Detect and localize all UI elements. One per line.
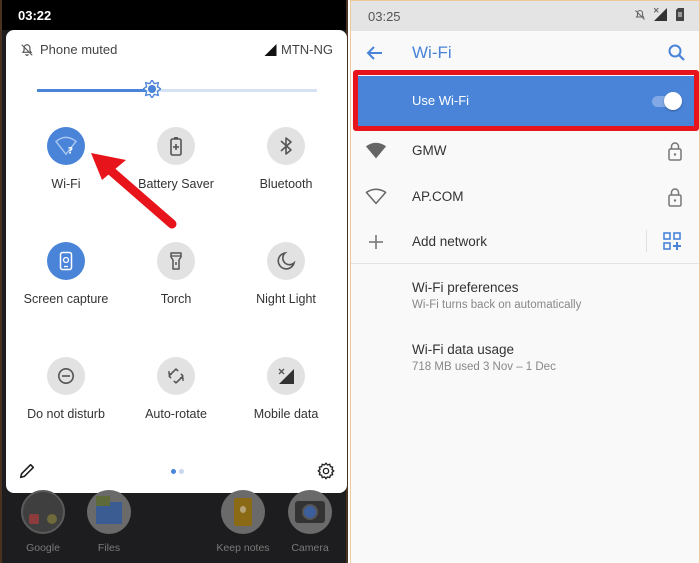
bell-off-icon (21, 43, 33, 56)
pref-title: Wi-Fi data usage (412, 342, 515, 357)
network-name: AP.COM (412, 189, 464, 204)
tile-torch[interactable]: Torch (121, 242, 231, 306)
tile-do-not-disturb-toggle[interactable] (47, 357, 85, 395)
keep-notes-icon (221, 490, 265, 534)
battery-saver-icon (170, 137, 182, 156)
ringer-status[interactable]: Phone muted (20, 42, 117, 57)
tile-screen-capture[interactable]: Screen capture (11, 242, 121, 306)
lock-icon (668, 142, 682, 161)
bell-off-icon (635, 9, 645, 20)
network-name: GMW (412, 143, 447, 158)
page-title: Wi-Fi (412, 43, 452, 62)
torch-icon (170, 252, 182, 270)
wifi-settings-screen: 03:25 Wi-Fi Use Wi-Fi GMW AP.COM Add net… (350, 0, 700, 563)
vertical-divider (646, 230, 647, 252)
brightness-fill (37, 89, 152, 92)
camera-icon (288, 490, 332, 534)
signal-icon (264, 43, 277, 56)
pref-subtitle: Wi-Fi turns back on automatically (412, 299, 582, 311)
lock-icon (668, 188, 682, 207)
status-bar: 03:25 (351, 1, 699, 31)
tile-bluetooth-label: Bluetooth (259, 177, 313, 191)
pencil-icon[interactable] (18, 462, 36, 480)
app-google[interactable]: Google (8, 490, 78, 554)
search-icon[interactable] (667, 43, 687, 63)
carrier-name: MTN-NG (281, 42, 333, 57)
app-bar: Wi-Fi (351, 31, 699, 75)
night-light-icon (277, 251, 296, 270)
tile-screen-capture-label: Screen capture (23, 292, 109, 306)
status-time: 03:25 (368, 9, 401, 24)
app-label: Google (26, 542, 60, 554)
tile-auto-rotate[interactable]: Auto-rotate (121, 357, 231, 421)
plus-icon (369, 235, 383, 249)
tile-wifi[interactable]: ? Wi-Fi (11, 127, 121, 191)
tile-auto-rotate-label: Auto-rotate (145, 407, 207, 421)
status-bar: 03:22 (2, 0, 346, 30)
do-not-disturb-icon (57, 367, 75, 385)
mobile-data-icon (278, 368, 294, 384)
carrier-status: MTN-NG (264, 42, 333, 57)
tile-torch-label: Torch (160, 292, 192, 306)
ringer-status-text: Phone muted (40, 42, 118, 57)
brightness-thumb-icon[interactable] (142, 80, 161, 98)
tile-night-light-toggle[interactable] (267, 242, 305, 280)
status-time: 03:22 (18, 8, 52, 23)
app-label: Files (97, 542, 121, 554)
auto-rotate-icon (168, 368, 184, 384)
arrow-back-icon[interactable] (365, 43, 385, 63)
page-indicator (171, 469, 184, 474)
gear-icon[interactable] (317, 462, 335, 480)
wifi-full-icon (365, 142, 387, 159)
quick-settings-panel: Phone muted MTN-NG ? Wi-Fi Battery Saver… (6, 30, 347, 493)
no-signal-icon (654, 8, 667, 21)
page-dot (179, 469, 184, 474)
tile-bluetooth[interactable]: Bluetooth (231, 127, 341, 191)
svg-text:?: ? (68, 146, 73, 156)
qr-code-scan-icon[interactable] (663, 232, 681, 250)
network-item-ap-com[interactable]: AP.COM (351, 175, 699, 219)
wifi-unknown-icon: ? (55, 136, 77, 156)
tile-battery-saver-toggle[interactable] (157, 127, 195, 165)
tile-mobile-data[interactable]: Mobile data (231, 357, 341, 421)
tile-do-not-disturb-label: Do not disturb (27, 407, 105, 421)
app-files[interactable]: Files (74, 490, 144, 554)
tile-wifi-toggle[interactable]: ? (47, 127, 85, 165)
app-camera[interactable]: Camera (275, 490, 345, 554)
status-icons (634, 8, 685, 21)
page-dot-active (171, 469, 176, 474)
tile-night-light-label: Night Light (256, 292, 316, 306)
add-network-row[interactable]: Add network (351, 220, 699, 264)
add-network-label: Add network (412, 234, 488, 249)
pref-title: Wi-Fi preferences (412, 280, 519, 295)
highlight-box (353, 70, 699, 131)
tile-screen-capture-toggle[interactable] (47, 242, 85, 280)
no-sim-icon (676, 8, 684, 21)
tile-do-not-disturb[interactable]: Do not disturb (11, 357, 121, 421)
tile-battery-saver-label: Battery Saver (138, 177, 214, 191)
app-keep-notes[interactable]: Keep notes (208, 490, 278, 554)
wifi-empty-icon (365, 188, 387, 205)
tile-mobile-data-toggle[interactable] (267, 357, 305, 395)
tile-night-light[interactable]: Night Light (231, 242, 341, 306)
google-folder-icon (21, 490, 65, 534)
network-item-gmw[interactable]: GMW (351, 129, 699, 173)
tile-bluetooth-toggle[interactable] (267, 127, 305, 165)
files-icon (87, 490, 131, 534)
app-label: Camera (291, 542, 329, 554)
tile-torch-toggle[interactable] (157, 242, 195, 280)
app-label: Keep notes (216, 542, 270, 554)
tile-mobile-data-label: Mobile data (253, 407, 319, 421)
tile-wifi-label: Wi-Fi (51, 177, 81, 191)
wifi-data-usage-item[interactable]: Wi-Fi data usage 718 MB used 3 Nov – 1 D… (412, 342, 556, 373)
tile-auto-rotate-toggle[interactable] (157, 357, 195, 395)
tile-battery-saver[interactable]: Battery Saver (121, 127, 231, 191)
bluetooth-icon (280, 137, 292, 155)
brightness-slider[interactable] (37, 80, 317, 98)
wifi-preferences-item[interactable]: Wi-Fi preferences Wi-Fi turns back on au… (412, 280, 581, 311)
screen-capture-icon (59, 251, 73, 271)
pref-subtitle: 718 MB used 3 Nov – 1 Dec (412, 361, 556, 373)
quick-settings-screen: 03:22 Phone muted MTN-NG ? Wi-Fi Battery… (0, 0, 348, 563)
section-divider (351, 263, 699, 264)
